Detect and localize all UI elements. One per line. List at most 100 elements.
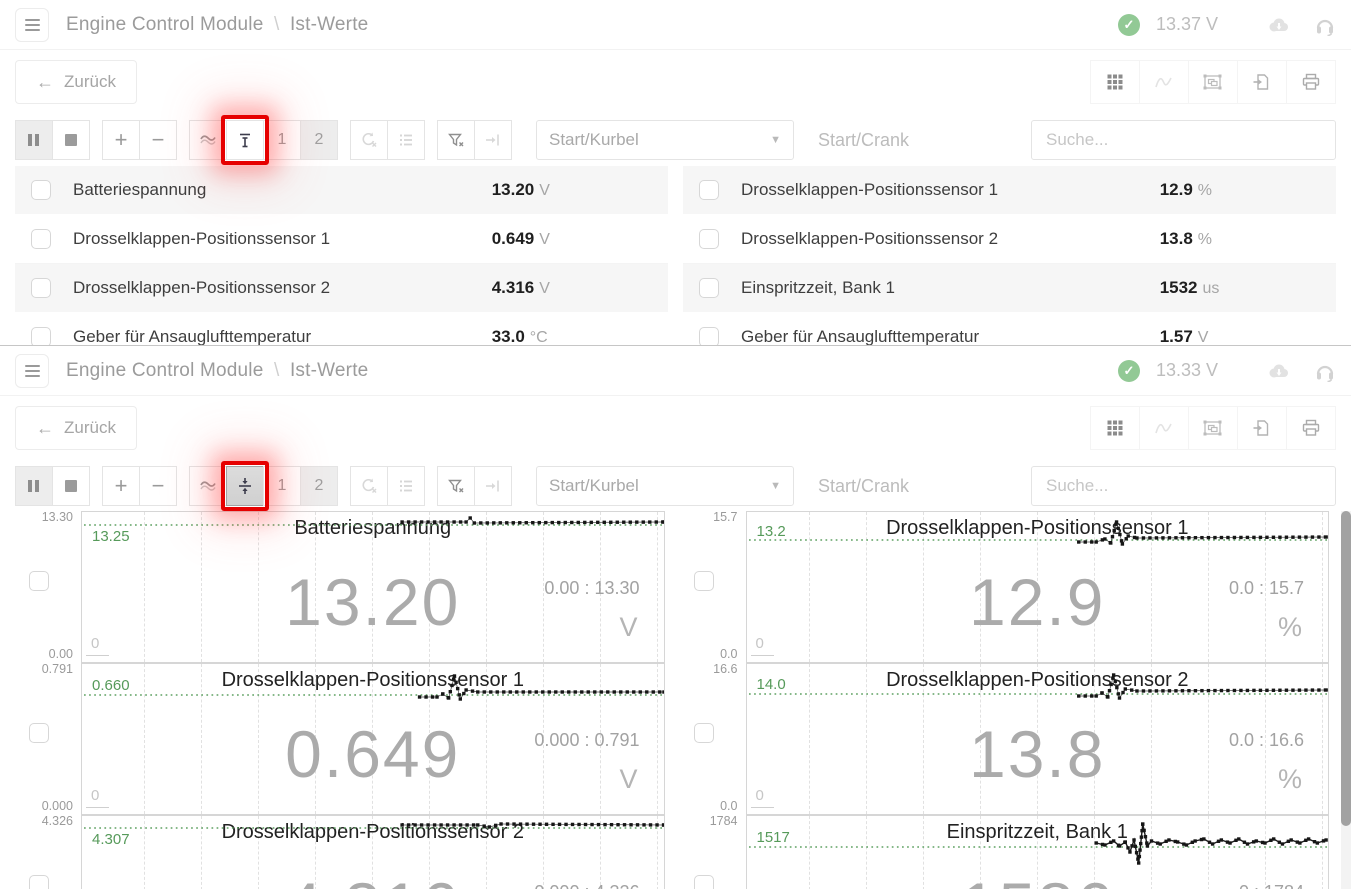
hamburger-menu-button[interactable]: [15, 8, 49, 42]
screenshot-table-view: Engine Control Module \ Ist-Werte ✓ 13.3…: [0, 0, 1351, 345]
row-checkbox[interactable]: [31, 180, 51, 200]
charts-area: 13.30 0.00 Batteriespannung 13.25 13.20 …: [0, 511, 1351, 889]
battery-voltage: 13.33 V: [1156, 360, 1218, 381]
vertical-scrollbar[interactable]: [1341, 511, 1351, 889]
table-row[interactable]: Geber für Ansauglufttemperatur 33.0°C: [15, 313, 668, 345]
x-origin-label: 0: [86, 635, 109, 656]
table-row[interactable]: Drosselklappen-Positionssensor 2 13.8%: [683, 215, 1336, 264]
table-row[interactable]: Einspritzzeit, Bank 1 1532us: [683, 264, 1336, 313]
chevron-down-icon: ▼: [770, 134, 781, 146]
measurement-toolbar: + − 1 2 Start/Kurbel ▼ Start/Crank: [15, 120, 1336, 160]
hamburger-menu-button[interactable]: [15, 354, 49, 388]
chart-checkbox[interactable]: [694, 875, 714, 889]
frame-select-button[interactable]: [1188, 60, 1238, 104]
value-unit: %: [1278, 764, 1302, 795]
chart-cell: 16.6 0.0 Drosselklappen-Positionssensor …: [680, 663, 1330, 815]
print-icon[interactable]: [1286, 406, 1336, 450]
jump-end-button[interactable]: [474, 466, 512, 506]
preset-dropdown[interactable]: Start/Kurbel ▼: [536, 466, 794, 506]
back-button[interactable]: ← Zurück: [15, 60, 137, 104]
chart-panel: Drosselklappen-Positionssensor 2 14.0 13…: [746, 663, 1330, 815]
split-merge-button[interactable]: [226, 466, 264, 506]
breadcrumb-separator: \: [274, 14, 279, 35]
window-1-button[interactable]: 1: [263, 466, 301, 506]
filter-x-button[interactable]: [437, 120, 475, 160]
cloud-download-icon[interactable]: [1266, 15, 1292, 35]
back-arrow-icon: ←: [36, 418, 54, 439]
axis-max-label: 13.30: [42, 511, 73, 524]
wave-smoothing-button[interactable]: [189, 466, 227, 506]
chart-title: Drosselklappen-Positionssensor 2: [82, 821, 664, 844]
headphones-icon[interactable]: [1314, 14, 1336, 36]
stop-button[interactable]: [52, 120, 90, 160]
search-input[interactable]: [1031, 466, 1336, 506]
headphones-icon[interactable]: [1314, 360, 1336, 382]
preset-dropdown[interactable]: Start/Kurbel ▼: [536, 120, 794, 160]
row-checkbox[interactable]: [31, 229, 51, 249]
cloud-download-icon[interactable]: [1266, 361, 1292, 381]
line-chart-view-button[interactable]: [1139, 60, 1189, 104]
refresh-x-button[interactable]: [350, 466, 388, 506]
stop-button[interactable]: [52, 466, 90, 506]
chart-checkbox[interactable]: [29, 723, 49, 743]
list-button[interactable]: [387, 120, 425, 160]
line-chart-view-button[interactable]: [1139, 406, 1189, 450]
row-checkbox[interactable]: [31, 327, 51, 345]
axis-min-label: 0.000: [42, 799, 73, 813]
window-2-button[interactable]: 2: [300, 466, 338, 506]
pause-button[interactable]: [15, 120, 53, 160]
axis-min-label: 0.0: [720, 647, 737, 661]
parameter-name: Batteriespannung: [73, 180, 206, 200]
export-icon[interactable]: [1237, 406, 1287, 450]
wave-smoothing-button[interactable]: [189, 120, 227, 160]
marker-value-label: 0.660: [92, 677, 130, 694]
print-icon[interactable]: [1286, 60, 1336, 104]
table-row[interactable]: Drosselklappen-Positionssensor 2 4.316V: [15, 264, 668, 313]
row-checkbox[interactable]: [699, 327, 719, 345]
chart-checkbox[interactable]: [29, 875, 49, 889]
parameter-value: 33.0°C: [492, 327, 548, 345]
add-button[interactable]: +: [102, 120, 140, 160]
breadcrumb: Engine Control Module \ Ist-Werte: [66, 14, 368, 36]
remove-button[interactable]: −: [139, 120, 177, 160]
chart-checkbox[interactable]: [29, 571, 49, 591]
parameter-value: 4.316V: [492, 278, 550, 298]
row-checkbox[interactable]: [699, 278, 719, 298]
row-checkbox[interactable]: [699, 180, 719, 200]
axis-max-label: 16.6: [713, 662, 737, 676]
breadcrumb-module: Engine Control Module: [66, 360, 263, 381]
chart-panel: Einspritzzeit, Bank 1 1517 1586 0 : 1784…: [746, 815, 1330, 889]
window-2-button[interactable]: 2: [300, 120, 338, 160]
chart-checkbox[interactable]: [694, 571, 714, 591]
chevron-down-icon: ▼: [770, 480, 781, 492]
chart-cell: 1784 0 Einspritzzeit, Bank 1 1517 1586 0…: [680, 815, 1330, 889]
back-button[interactable]: ← Zurück: [15, 406, 137, 450]
value-range: 0.000 : 0.791: [534, 730, 639, 751]
list-button[interactable]: [387, 466, 425, 506]
breadcrumb-page: Ist-Werte: [290, 360, 369, 381]
add-button[interactable]: +: [102, 466, 140, 506]
table-row[interactable]: Drosselklappen-Positionssensor 1 12.9%: [683, 166, 1336, 215]
refresh-x-button[interactable]: [350, 120, 388, 160]
filter-x-button[interactable]: [437, 466, 475, 506]
window-1-button[interactable]: 1: [263, 120, 301, 160]
export-icon[interactable]: [1237, 60, 1287, 104]
grid-view-button[interactable]: [1090, 60, 1140, 104]
remove-button[interactable]: −: [139, 466, 177, 506]
scrollbar-thumb[interactable]: [1341, 511, 1351, 826]
frame-select-button[interactable]: [1188, 406, 1238, 450]
chart-cell: 0.791 0.000 Drosselklappen-Positionssens…: [15, 663, 665, 815]
table-row[interactable]: Drosselklappen-Positionssensor 1 0.649V: [15, 215, 668, 264]
search-input[interactable]: [1031, 120, 1336, 160]
grid-view-button[interactable]: [1090, 406, 1140, 450]
row-checkbox[interactable]: [31, 278, 51, 298]
live-value: 13.20: [82, 564, 664, 640]
table-row[interactable]: Geber für Ansauglufttemperatur 1.57V: [683, 313, 1336, 345]
value-cursor-button[interactable]: [226, 120, 264, 160]
jump-end-button[interactable]: [474, 120, 512, 160]
table-row[interactable]: Batteriespannung 13.20V: [15, 166, 668, 215]
chart-title: Drosselklappen-Positionssensor 1: [747, 517, 1329, 540]
row-checkbox[interactable]: [699, 229, 719, 249]
chart-checkbox[interactable]: [694, 723, 714, 743]
pause-button[interactable]: [15, 466, 53, 506]
